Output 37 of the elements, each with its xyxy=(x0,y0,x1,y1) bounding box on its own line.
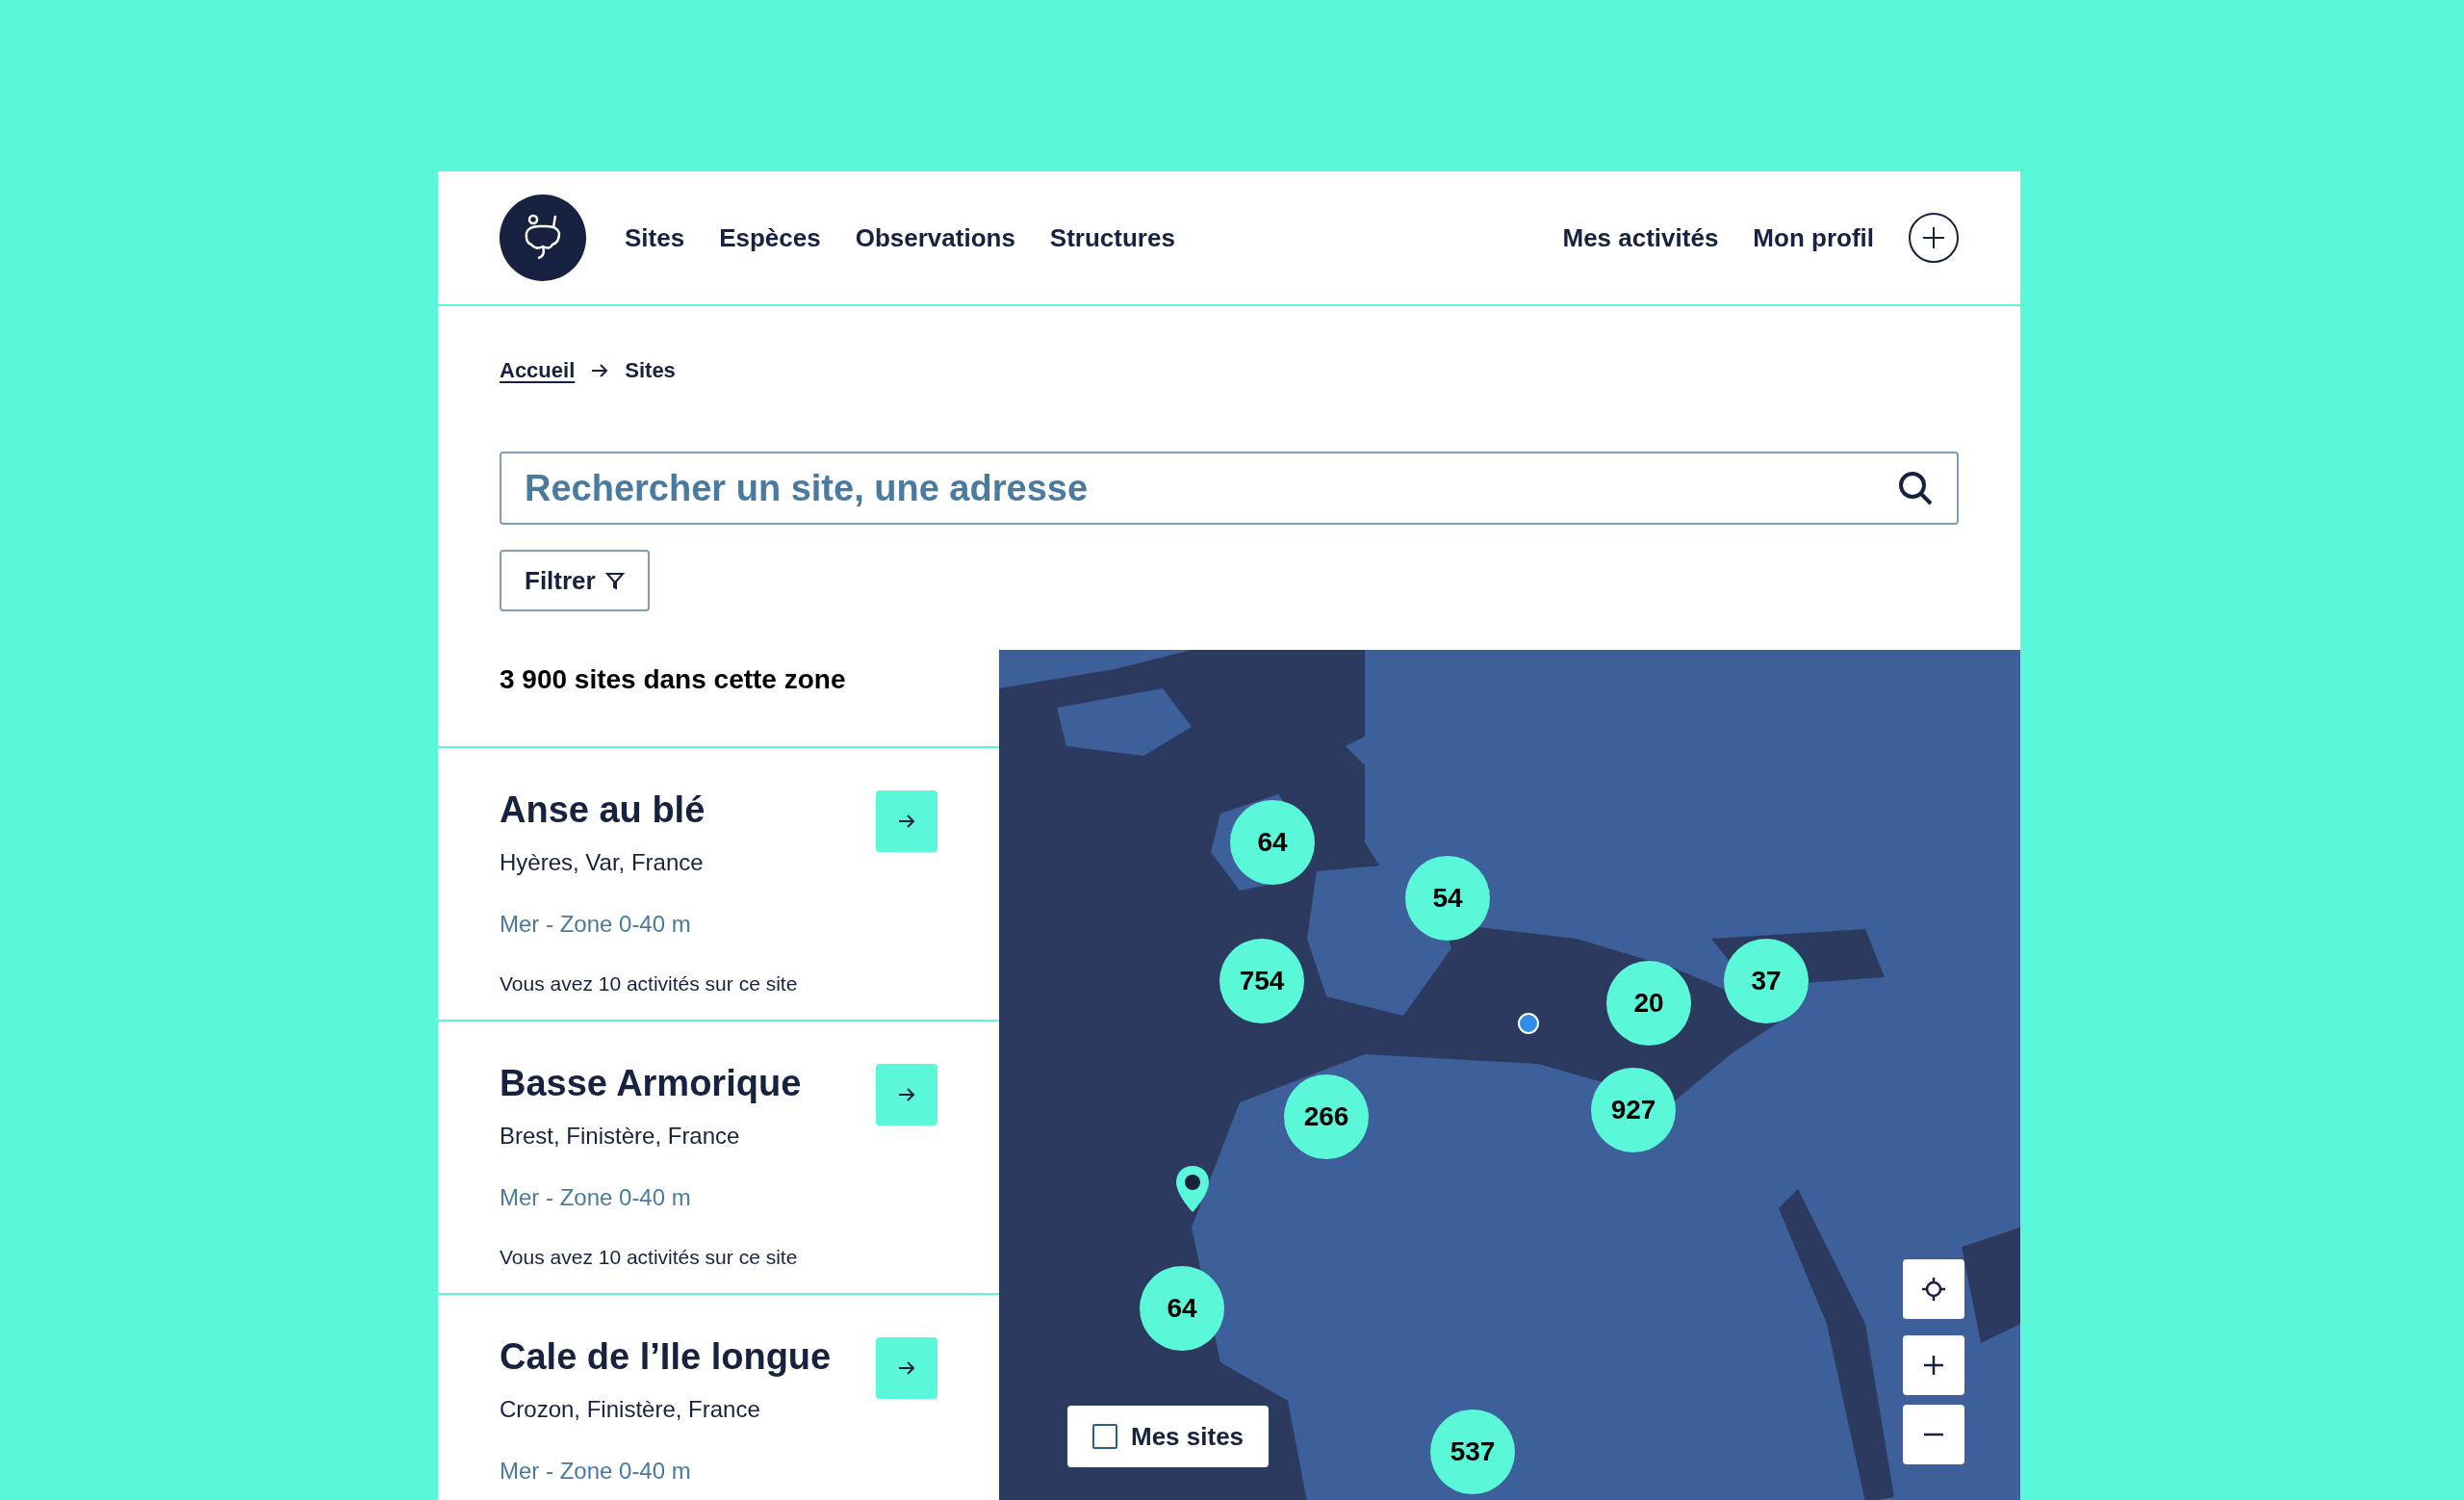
checkbox[interactable] xyxy=(1092,1424,1117,1449)
site-zone: Mer - Zone 0-40 m xyxy=(500,1457,692,1486)
nav-link[interactable]: Espèces xyxy=(719,219,821,257)
site-zone: Mer - Zone 0-40 m xyxy=(500,1183,692,1212)
my-sites-toggle[interactable]: Mes sites xyxy=(1067,1406,1270,1467)
search-bar[interactable]: Rechercher un site, une adresse xyxy=(500,452,1959,525)
site-location: Hyères, Var, France xyxy=(500,848,705,877)
site-zone: Mer - Zone 0-40 m xyxy=(500,910,692,939)
locate-button[interactable] xyxy=(1903,1259,1964,1319)
nav-link[interactable]: Mes activités xyxy=(1562,219,1719,257)
plus-icon xyxy=(1922,1354,1945,1377)
breadcrumb-current: Sites xyxy=(625,357,676,384)
site-name[interactable]: Cale de l’Ile longue xyxy=(500,1330,876,1384)
filter-icon xyxy=(604,571,625,590)
map-pin-icon[interactable] xyxy=(1174,1164,1211,1214)
result-count: 3 900 sites dans cette zone xyxy=(500,664,846,694)
map[interactable]: 64 54 754 20 37 266 927 64 537 Mes sites xyxy=(999,650,2020,1500)
search-field[interactable]: Rechercher un site, une adresse xyxy=(525,460,1897,516)
site-location: Brest, Finistère, France xyxy=(500,1122,741,1151)
logo-icon[interactable] xyxy=(500,194,586,281)
activity-count: Vous avez 10 activités sur ce site xyxy=(500,971,799,996)
site-location: Crozon, Finistère, France xyxy=(500,1395,761,1424)
breadcrumb-link[interactable]: Accueil xyxy=(500,354,576,386)
nav-link[interactable]: Structures xyxy=(1049,219,1175,257)
filter-button[interactable]: Filtrer xyxy=(500,550,650,611)
activity-count: Vous avez 10 activités sur ce site xyxy=(500,1245,799,1270)
nav-link[interactable]: Observations xyxy=(855,219,1015,257)
site-name[interactable]: Anse au blé xyxy=(500,783,876,838)
crosshair-icon xyxy=(1921,1277,1946,1302)
add-button[interactable] xyxy=(1909,213,1959,263)
minus-icon xyxy=(1922,1433,1945,1436)
site-name[interactable]: Basse Armorique xyxy=(500,1056,876,1111)
search-icon[interactable] xyxy=(1897,470,1934,506)
nav-link[interactable]: Mon profil xyxy=(1753,219,1874,257)
zoom-in-button[interactable] xyxy=(1903,1335,1964,1395)
plus-icon xyxy=(1921,225,1946,250)
nav-link[interactable]: Sites xyxy=(625,219,685,257)
